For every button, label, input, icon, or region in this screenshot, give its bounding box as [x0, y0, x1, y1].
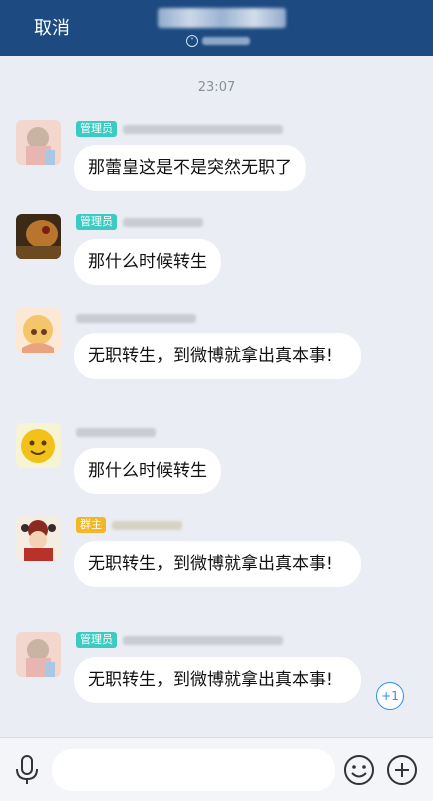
message-bubble[interactable]: 无职转生，到微博就拿出真本事!: [74, 541, 361, 587]
avatar[interactable]: [16, 214, 61, 259]
subtitle-blurred: [202, 37, 250, 45]
message-timestamp: 23:07: [197, 80, 236, 95]
group-subtitle[interactable]: ˅: [186, 34, 250, 48]
microphone-icon[interactable]: [14, 754, 40, 786]
sender-meta: [76, 424, 156, 440]
add-icon[interactable]: [386, 754, 418, 786]
input-bar: [0, 737, 433, 801]
sender-name-blurred[interactable]: [112, 520, 182, 530]
plus-one-button[interactable]: +1: [376, 682, 404, 710]
avatar[interactable]: [16, 516, 61, 561]
sender-meta: 管理员: [76, 214, 203, 230]
message-bubble[interactable]: 无职转生，到微博就拿出真本事!: [74, 657, 361, 703]
message-bubble[interactable]: 那什么时候转生: [74, 448, 221, 494]
group-title-blurred[interactable]: [158, 8, 286, 28]
chat-header: 取消 ˅: [0, 0, 433, 56]
role-badge: 群主: [76, 517, 106, 533]
chevron-down-icon: ˅: [186, 35, 198, 47]
sender-meta: 管理员: [76, 632, 283, 648]
sender-name-blurred[interactable]: [76, 313, 196, 323]
sender-meta: 群主: [76, 517, 182, 533]
sender-name-blurred[interactable]: [123, 217, 203, 227]
sender-meta: [76, 310, 196, 326]
avatar[interactable]: [16, 423, 61, 468]
cancel-button[interactable]: 取消: [34, 14, 70, 40]
sender-name-blurred[interactable]: [123, 635, 283, 645]
sender-name-blurred[interactable]: [76, 427, 156, 437]
avatar[interactable]: [16, 120, 61, 165]
role-badge: 管理员: [76, 214, 117, 230]
emoji-icon[interactable]: [343, 754, 375, 786]
message-bubble[interactable]: 无职转生，到微博就拿出真本事!: [74, 333, 361, 379]
role-badge: 管理员: [76, 632, 117, 648]
message-bubble[interactable]: 那蕾皇这是不是突然无职了: [74, 145, 306, 191]
message-input[interactable]: [52, 749, 335, 791]
role-badge: 管理员: [76, 121, 117, 137]
message-bubble[interactable]: 那什么时候转生: [74, 239, 221, 285]
sender-name-blurred[interactable]: [123, 124, 283, 134]
avatar[interactable]: [16, 632, 61, 677]
avatar[interactable]: [16, 308, 61, 353]
sender-meta: 管理员: [76, 121, 283, 137]
